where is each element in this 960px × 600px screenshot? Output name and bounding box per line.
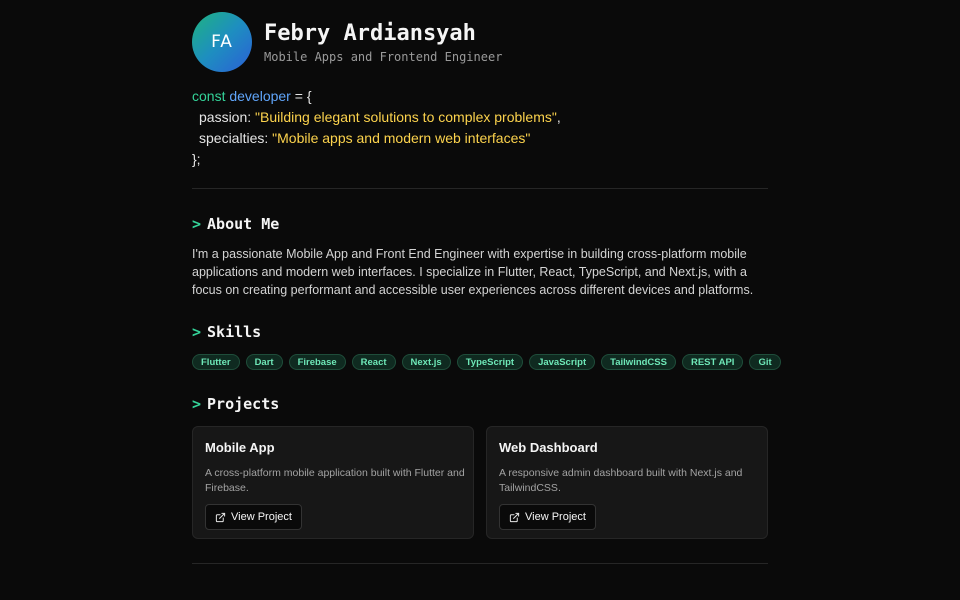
name-block: Febry Ardiansyah Mobile Apps and Fronten…	[264, 21, 502, 64]
code-line-3: specialties: "Mobile apps and modern web…	[192, 128, 768, 149]
prompt-chevron: >	[192, 395, 202, 413]
portfolio-page: FA Febry Ardiansyah Mobile Apps and Fron…	[192, 0, 781, 564]
view-project-button[interactable]: View Project	[205, 504, 302, 530]
external-link-icon	[509, 512, 520, 522]
code-line-2: passion: "Building elegant solutions to …	[192, 107, 768, 128]
project-description: A cross-platform mobile application buil…	[205, 467, 465, 494]
skill-chip: Dart	[245, 354, 283, 370]
skill-chip: Next.js	[401, 354, 451, 370]
code-variable: developer	[229, 88, 291, 104]
skills-list: Flutter Dart Firebase React Next.js Type…	[192, 354, 781, 370]
skill-chip: Firebase	[288, 354, 346, 370]
code-close: };	[192, 151, 201, 167]
avatar-initials: FA	[211, 32, 233, 52]
code-line-1: const developer = {	[192, 86, 768, 107]
code-passion-value: "Building elegant solutions to complex p…	[255, 109, 557, 125]
view-project-button[interactable]: View Project	[499, 504, 596, 530]
skill-chip: TailwindCSS	[601, 354, 676, 370]
view-project-label: View Project	[231, 511, 292, 523]
code-snippet: const developer = { passion: "Building e…	[192, 86, 768, 170]
divider	[192, 563, 768, 564]
code-specialties-key: specialties:	[199, 130, 273, 146]
code-specialties-value: "Mobile apps and modern web interfaces"	[272, 130, 531, 146]
skill-chip: Git	[749, 354, 781, 370]
project-title: Mobile App	[205, 440, 275, 455]
about-text: I'm a passionate Mobile App and Front En…	[192, 247, 754, 297]
profile-header: FA Febry Ardiansyah Mobile Apps and Fron…	[192, 12, 768, 72]
skill-chip: React	[351, 354, 396, 370]
skill-chip: Flutter	[192, 354, 240, 370]
code-open: = {	[290, 88, 312, 104]
view-project-label: View Project	[525, 511, 586, 523]
profile-name: Febry Ardiansyah	[264, 20, 476, 46]
divider	[192, 188, 768, 189]
profile-role: Mobile Apps and Frontend Engineer	[264, 49, 503, 64]
avatar: FA	[192, 12, 252, 72]
about-heading: > About Me	[192, 214, 768, 234]
prompt-chevron: >	[192, 215, 202, 233]
projects-heading-text: Projects	[207, 395, 280, 413]
external-link-icon	[215, 512, 226, 522]
about-heading-text: About Me	[207, 215, 280, 233]
projects-heading: > Projects	[192, 394, 768, 414]
code-passion-comma: ,	[556, 109, 561, 125]
code-passion-key: passion:	[199, 109, 256, 125]
project-card-web-dashboard: Web Dashboard A responsive admin dashboa…	[486, 426, 768, 539]
skills-heading-text: Skills	[207, 323, 262, 341]
skill-chip: REST API	[681, 354, 744, 370]
code-keyword: const	[192, 88, 226, 104]
skills-heading: > Skills	[192, 322, 768, 342]
skill-chip: TypeScript	[456, 354, 524, 370]
project-description: A responsive admin dashboard built with …	[499, 467, 743, 494]
code-line-4: };	[192, 149, 768, 170]
prompt-chevron: >	[192, 323, 202, 341]
projects-list: Mobile App A cross-platform mobile appli…	[192, 426, 768, 539]
skill-chip: JavaScript	[529, 354, 596, 370]
project-card-mobile-app: Mobile App A cross-platform mobile appli…	[192, 426, 474, 539]
project-title: Web Dashboard	[499, 440, 598, 455]
